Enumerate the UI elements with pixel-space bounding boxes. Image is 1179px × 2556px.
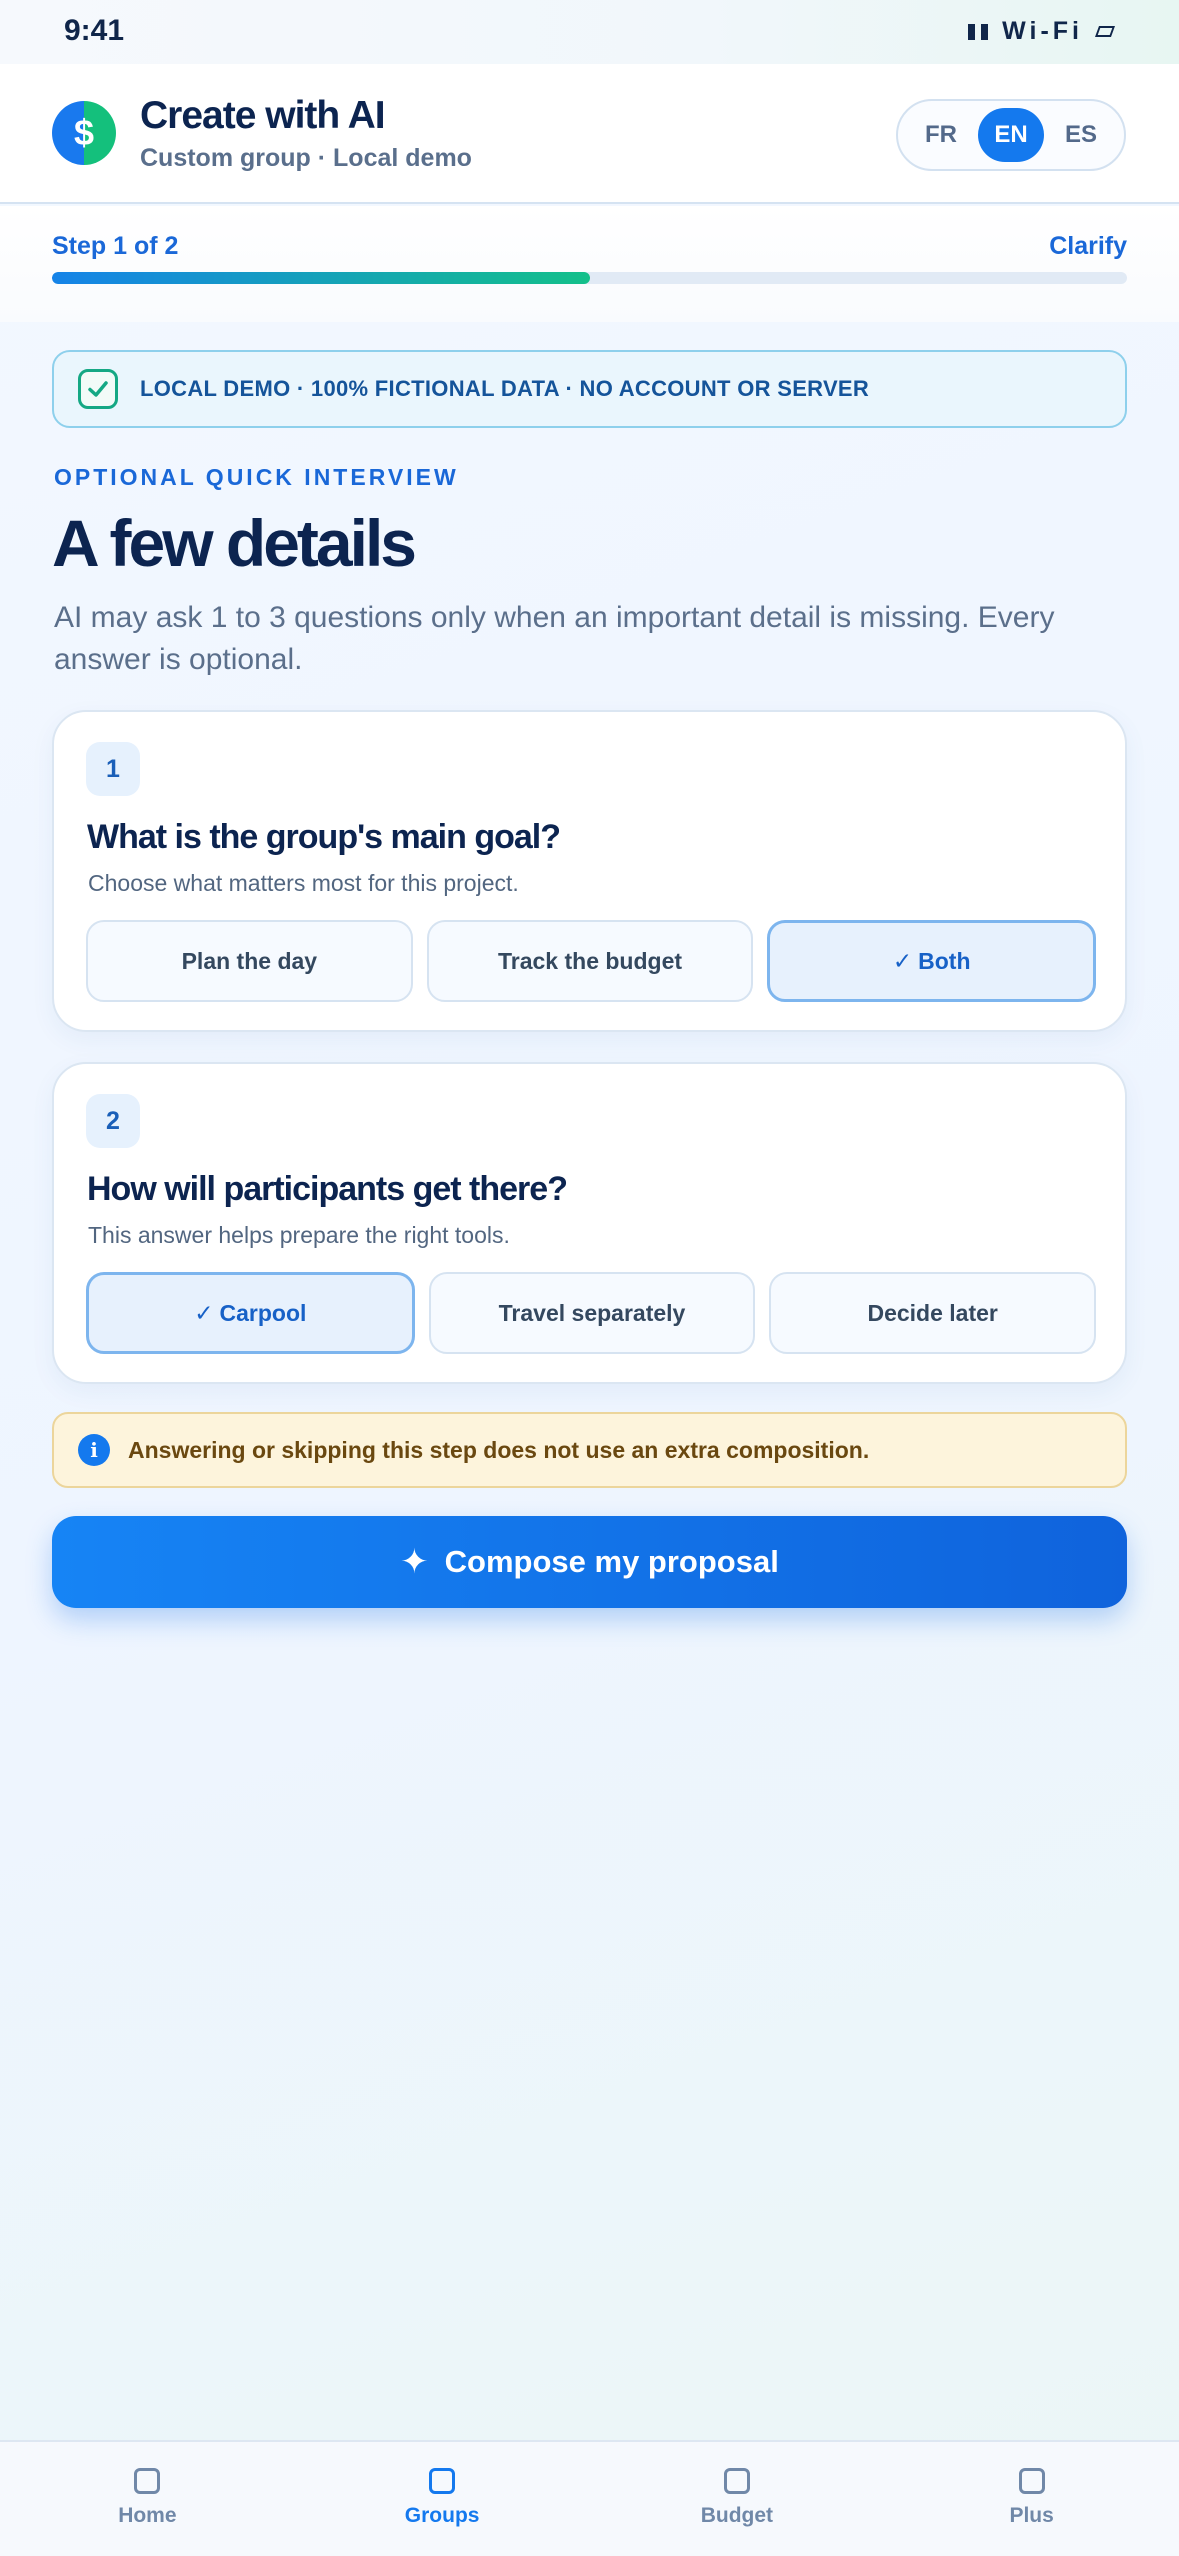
page-description: AI may ask 1 to 3 questions only when an… xyxy=(54,601,1055,676)
home-icon xyxy=(134,2468,161,2494)
question-title: How will participants get there? xyxy=(87,1170,568,1208)
question-card-1: 1 What is the group's main goal? Choose … xyxy=(52,710,1127,1032)
step-label: Step 1 of 2 xyxy=(52,232,179,260)
nav-item-plus[interactable]: Plus xyxy=(884,2442,1179,2556)
nav-item-groups[interactable]: Groups xyxy=(295,2442,590,2556)
demo-banner-text: LOCAL DEMO · 100% FICTIONAL DATA · NO AC… xyxy=(140,376,870,401)
progress-section: Step 1 of 2 Clarify xyxy=(0,206,1179,322)
option-decide-later[interactable]: Decide later xyxy=(769,1272,1097,1354)
page-title: A few details xyxy=(52,506,417,580)
option-label: Plan the day xyxy=(181,947,318,974)
compose-proposal-button[interactable]: ✦ Compose my proposal xyxy=(52,1516,1127,1608)
notice-text: Answering or skipping this step does not… xyxy=(128,1436,870,1463)
nav-item-budget[interactable]: Budget xyxy=(590,2442,885,2556)
budget-icon xyxy=(723,2468,750,2494)
step-name: Clarify xyxy=(1049,232,1127,260)
question-options: ✓ Carpool Travel separately Decide later xyxy=(86,1272,1097,1354)
groups-icon xyxy=(429,2468,456,2494)
option-label: Decide later xyxy=(867,1299,998,1326)
question-hint: Choose what matters most for this projec… xyxy=(88,870,519,896)
status-time: 9:41 xyxy=(64,14,125,47)
wifi-label: Wi-Fi xyxy=(1002,17,1083,45)
status-indicators: Wi-Fi xyxy=(968,17,1116,46)
battery-icon xyxy=(1094,26,1116,37)
nav-label: Groups xyxy=(404,2504,480,2527)
check-icon: ✓ xyxy=(892,947,913,974)
option-both[interactable]: ✓ Both xyxy=(767,920,1097,1002)
app-subtitle: Custom group · Local demo xyxy=(140,144,472,172)
info-icon: i xyxy=(78,1434,110,1466)
nav-label: Budget xyxy=(700,2504,774,2527)
language-fr-button[interactable]: FR xyxy=(908,108,974,162)
signal-icon xyxy=(968,23,989,40)
language-es-button[interactable]: ES xyxy=(1048,108,1114,162)
option-carpool[interactable]: ✓ Carpool xyxy=(86,1272,415,1354)
app-logo-icon: $ xyxy=(52,101,116,165)
nav-item-home[interactable]: Home xyxy=(0,2442,295,2556)
option-plan-the-day[interactable]: Plan the day xyxy=(86,920,413,1002)
option-label: Track the budget xyxy=(497,947,683,974)
demo-banner: LOCAL DEMO · 100% FICTIONAL DATA · NO AC… xyxy=(52,350,1127,428)
nav-label: Home xyxy=(118,2504,177,2527)
compose-proposal-label: Compose my proposal xyxy=(444,1544,779,1579)
info-notice: i Answering or skipping this step does n… xyxy=(52,1412,1127,1488)
option-label: Carpool xyxy=(219,1299,307,1326)
bottom-navigation: Home Groups Budget Plus xyxy=(0,2440,1179,2556)
question-options: Plan the day Track the budget ✓ Both xyxy=(86,920,1097,1002)
app-header: $ Create with AI Custom group · Local de… xyxy=(0,64,1179,204)
question-hint: This answer helps prepare the right tool… xyxy=(88,1222,510,1248)
question-number-badge: 2 xyxy=(86,1094,140,1148)
option-label: Both xyxy=(918,947,971,974)
question-number-badge: 1 xyxy=(86,742,140,796)
progress-fill xyxy=(52,272,590,284)
status-bar: 9:41 Wi-Fi xyxy=(0,0,1179,64)
language-en-button[interactable]: EN xyxy=(978,108,1044,162)
option-label: Travel separately xyxy=(498,1299,686,1326)
nav-label: Plus xyxy=(1009,2504,1054,2527)
question-card-2: 2 How will participants get there? This … xyxy=(52,1062,1127,1384)
option-travel-separately[interactable]: Travel separately xyxy=(428,1272,756,1354)
option-track-the-budget[interactable]: Track the budget xyxy=(426,920,754,1002)
check-icon: ✓ xyxy=(194,1299,214,1326)
section-eyebrow: OPTIONAL QUICK INTERVIEW xyxy=(54,464,459,490)
checkmark-icon xyxy=(78,369,118,409)
language-switcher: FR EN ES xyxy=(896,99,1126,171)
plus-icon xyxy=(1018,2468,1045,2494)
app-title: Create with AI xyxy=(140,94,386,137)
question-title: What is the group's main goal? xyxy=(87,818,561,856)
sparkle-icon: ✦ xyxy=(400,1543,429,1581)
progress-bar xyxy=(52,272,1127,284)
